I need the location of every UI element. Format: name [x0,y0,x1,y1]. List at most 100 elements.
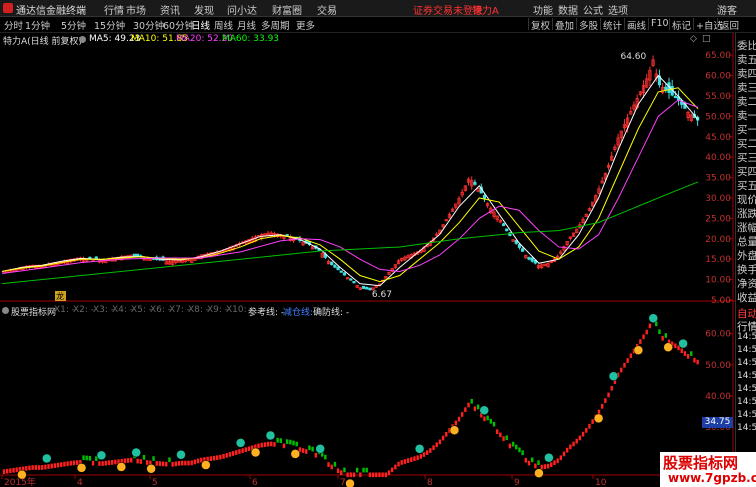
ind-bar [381,472,384,478]
ind-bar [285,439,289,444]
ind-bar [355,467,359,473]
sell-signal-icon [265,430,276,441]
buy-signal-icon [146,463,156,474]
sell-signal-icon [315,444,325,454]
ind-bar [34,465,38,470]
ind-bar [550,462,553,467]
ind-bar [553,460,556,466]
ind-bar [15,467,18,473]
side-field-8: 买三 [737,152,756,164]
ind-bar [266,441,270,447]
price-tick-label: 55.00 [705,92,731,102]
ind-bar [683,351,687,356]
ind-bar [429,448,432,453]
ind-bar [219,454,222,460]
ind-bar [2,469,6,475]
ind-bar [104,460,108,466]
ind-bar [546,463,550,469]
indicator-settings-icon[interactable] [2,307,9,314]
side-field-11: 现价 [737,194,756,206]
side-bottom-8: 14:50 [737,410,756,420]
ind-bar [375,472,378,478]
candle-body [330,261,334,265]
side-bottom-2: 14:50 [737,332,756,342]
price-tick-label: 10.00 [705,276,731,286]
ind-bar [126,458,130,463]
ind-bar [457,416,461,422]
ind-bar [314,452,318,458]
indicator-name[interactable]: 股票指标网 [11,305,56,318]
ind-bar [591,419,594,424]
ind-bar [508,443,512,449]
ind-bar [75,460,79,465]
ind-bar [416,455,419,461]
ind-bar [346,472,349,478]
side-field-14: 总量 [737,236,756,248]
date-label: 2015年 [4,476,36,487]
sell-signal-icon [131,447,141,458]
ma60-line [1,181,699,285]
ind-bar [241,448,244,453]
date-label: 8 [427,478,433,487]
sell-signal-icon [608,371,619,381]
ind-bar [600,403,604,409]
candle-body [132,253,137,257]
ind-bar [110,460,114,465]
ind-bar [534,463,537,469]
watermark-line2: www.7gpzb.com [668,471,756,485]
sell-signal-icon [96,450,107,461]
side-field-4: 卖二 [737,96,756,108]
ind-bar [394,464,397,470]
ind-bar [575,438,578,444]
ind-bar [371,472,375,478]
ind-bar [441,435,445,441]
price-tick-label: 50.00 [705,112,731,122]
buy-signal-icon [633,345,644,355]
ind-bar [28,465,31,471]
ind-bar [483,416,486,422]
marker-label: 龙 [56,291,64,301]
ind-bar [365,467,368,473]
ind-bar [136,458,139,464]
ind-bar [422,452,426,457]
high-annotation: 64.60 [620,52,646,62]
ind-bar [244,447,248,453]
ind-bar [305,449,308,454]
ind-bar [581,431,585,437]
date-label: 4 [77,478,83,487]
side-field-16: 换手 [737,264,756,276]
ind-bar [40,465,44,470]
ind-bar [301,448,305,453]
x5-label: X5: - [131,305,153,315]
ind-bar [177,461,181,466]
kline-chart[interactable]: 65.00 60.00 55.00 50.00 45.00 40.00 35.00 30.00… [0,0,735,487]
ind-bar [397,461,400,467]
side-bottom-9: 14:50 [737,423,756,433]
price-tick-label: 40.00 [705,153,731,163]
ind-bar [196,458,200,464]
ind-bar [85,455,88,461]
ind-bar [432,445,435,451]
ind-bar [352,472,356,478]
ind-bar [180,460,184,466]
ind-bar [63,461,66,467]
ind-bar [527,460,531,466]
ind-bar [155,461,158,466]
ind-bar [518,447,521,453]
buy-signal-icon [345,478,355,487]
price-tick-label: 45.00 [705,133,731,143]
buy-signal-icon [116,462,127,472]
ind-bar [435,442,438,448]
candle-body [505,228,509,232]
candle-body [530,257,534,262]
ind-bar [597,409,601,415]
queding-label: 确防线: - [313,308,350,318]
ind-bar [686,354,690,359]
quote-side-panel: 委比 卖五 卖四 卖三 卖二 卖一 买一 买二 买三 买四 买五 现价 涨跌 涨幅 总量 外盘 换手 净资 收益 自动… [735,33,756,487]
candle-body [333,264,337,268]
price-tick-label: 65.00 [705,51,731,61]
ind-bar [47,464,50,469]
ind-bar [572,441,575,447]
buy-signal-icon [250,447,261,458]
ind-bar [626,358,629,363]
